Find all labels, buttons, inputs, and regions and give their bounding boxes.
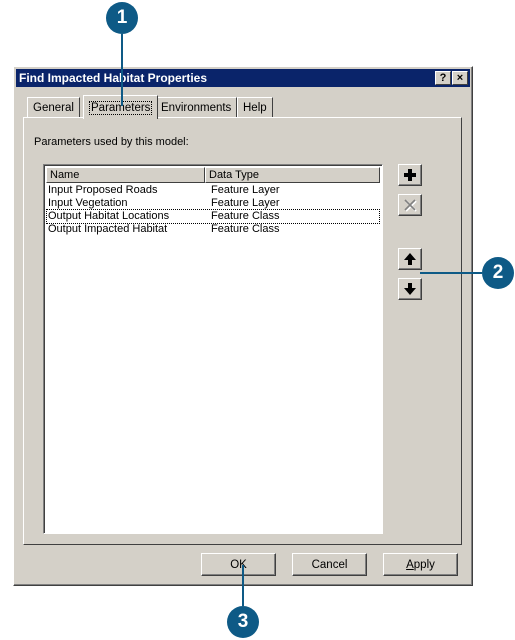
row-name: Input Vegetation [48, 197, 128, 209]
help-button[interactable]: ? [435, 71, 451, 85]
arrow-up-icon [404, 253, 416, 265]
row-type: Feature Class [211, 223, 280, 235]
close-icon: × [456, 72, 464, 84]
help-icon: ? [439, 72, 447, 84]
callout-1-label: 1 [116, 7, 128, 28]
callout-3-label: 3 [237, 611, 249, 632]
callout-1: 1 [106, 2, 138, 34]
row-type: Feature Layer [211, 184, 280, 196]
callout-2: 2 [482, 257, 514, 289]
arrow-down-icon [404, 283, 416, 295]
properties-dialog: Find Impacted Habitat Properties ? × Gen… [13, 66, 473, 586]
add-icon [404, 169, 416, 181]
row-name: Output Impacted Habitat [48, 223, 168, 235]
callout-3: 3 [227, 606, 259, 638]
list-item[interactable]: Output Habitat Locations Feature Class [46, 209, 380, 224]
close-button[interactable]: × [452, 71, 468, 85]
parameters-panel: Parameters used by this model: Name Data… [23, 117, 462, 545]
dialog-title: Find Impacted Habitat Properties [19, 71, 208, 85]
list-item[interactable]: Input Vegetation Feature Layer [47, 197, 379, 210]
column-header-name[interactable]: Name [46, 167, 205, 183]
column-header-data-type[interactable]: Data Type [205, 167, 380, 183]
cancel-button[interactable]: Cancel [292, 553, 367, 576]
list-header: Name Data Type [46, 167, 380, 183]
apply-button[interactable]: Apply [383, 553, 458, 576]
add-parameter-button[interactable] [398, 164, 422, 186]
callout-2-line [420, 272, 482, 274]
list-item[interactable]: Input Proposed Roads Feature Layer [47, 184, 379, 197]
tab-general[interactable]: General [27, 97, 80, 118]
delete-parameter-button[interactable] [398, 194, 422, 216]
ok-button[interactable]: OK [201, 553, 276, 576]
tab-help[interactable]: Help [237, 97, 273, 118]
row-name: Output Habitat Locations [48, 210, 170, 222]
tab-environments[interactable]: Environments [155, 97, 238, 118]
row-type: Feature Class [211, 210, 280, 222]
parameters-label: Parameters used by this model: [34, 136, 189, 148]
row-name: Input Proposed Roads [48, 184, 158, 196]
parameters-list[interactable]: Name Data Type Input Proposed Roads Feat… [43, 164, 383, 534]
callout-2-label: 2 [492, 262, 504, 283]
title-bar: Find Impacted Habitat Properties ? × [16, 69, 470, 87]
move-up-button[interactable] [398, 248, 422, 270]
row-type: Feature Layer [211, 197, 280, 209]
delete-icon [404, 199, 417, 212]
move-down-button[interactable] [398, 278, 422, 300]
list-item[interactable]: Output Impacted Habitat Feature Class [47, 223, 379, 236]
callout-1-line [121, 34, 123, 106]
callout-3-line [242, 565, 244, 606]
